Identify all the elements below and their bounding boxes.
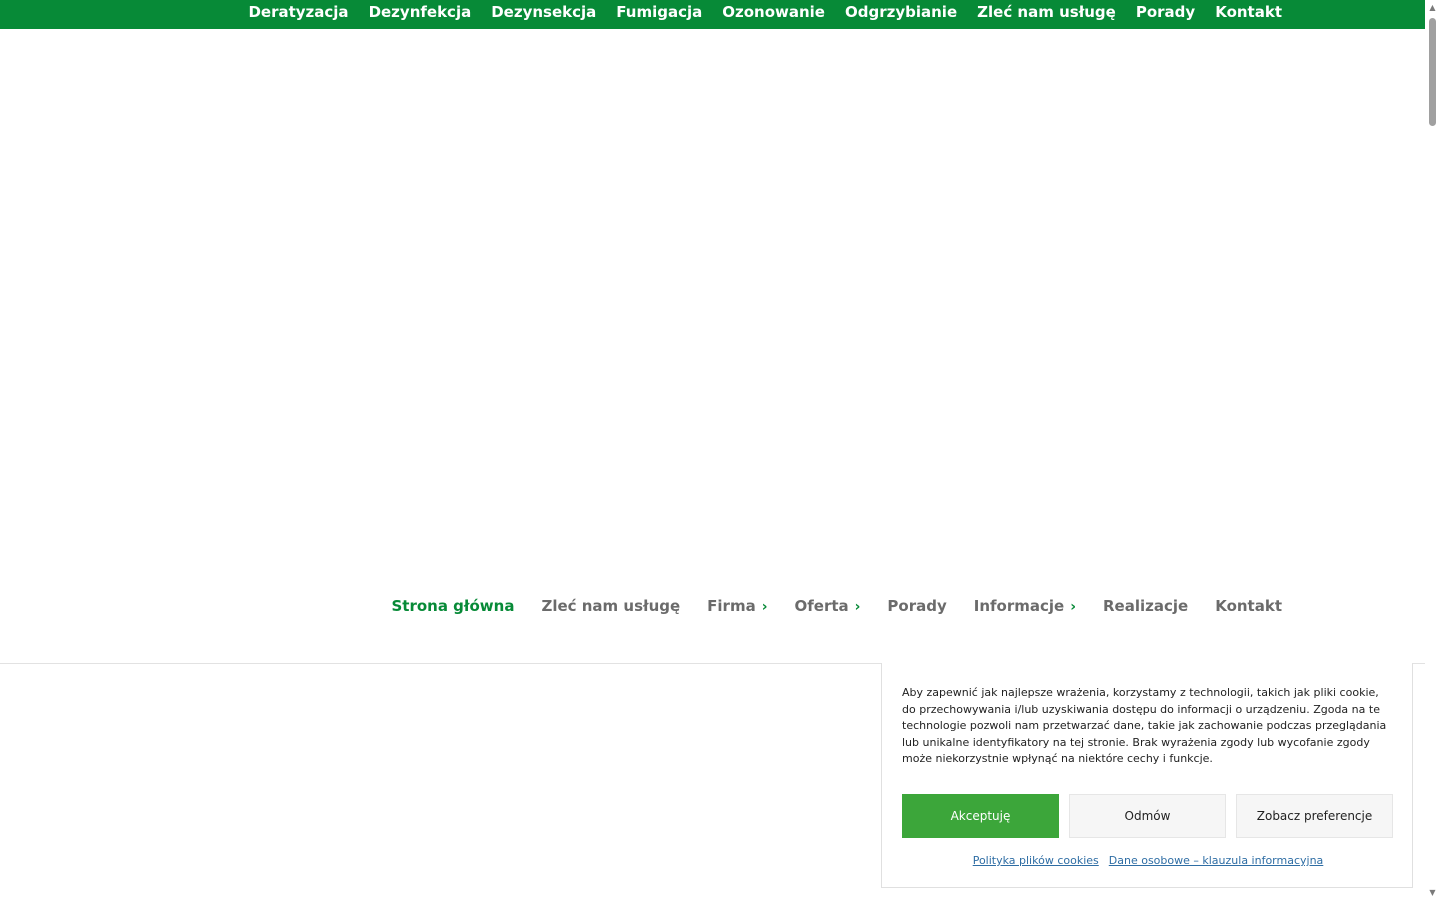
- preferences-button[interactable]: Zobacz preferencje: [1236, 794, 1393, 838]
- accept-button[interactable]: Akceptuję: [902, 794, 1059, 838]
- top-link-kontakt[interactable]: Kontakt: [1215, 3, 1282, 21]
- top-link-deratyzacja[interactable]: Deratyzacja: [248, 3, 348, 21]
- nav-item-label: Realizacje: [1103, 597, 1189, 615]
- nav-item-label: Porady: [887, 597, 947, 615]
- top-link-zlec-usluge[interactable]: Zleć nam usługę: [977, 3, 1116, 21]
- nav-item-label: Firma: [707, 597, 756, 615]
- scroll-thumb[interactable]: [1429, 18, 1436, 126]
- top-link-dezynsekcja[interactable]: Dezynsekcja: [491, 3, 596, 21]
- chevron-right-icon: ›: [761, 599, 768, 615]
- cookie-links: Polityka plików cookies Dane osobowe – k…: [882, 854, 1414, 867]
- nav-item-label: Zleć nam usługę: [541, 597, 681, 615]
- nav-item-kontakt[interactable]: Kontakt: [1215, 597, 1282, 615]
- deny-button[interactable]: Odmów: [1069, 794, 1226, 838]
- nav-item-label: Strona główna: [391, 597, 515, 615]
- nav-item-label: Kontakt: [1215, 597, 1282, 615]
- privacy-clause-link[interactable]: Dane osobowe – klauzula informacyjna: [1109, 854, 1324, 867]
- top-link-ozonowanie[interactable]: Ozonowanie: [722, 3, 825, 21]
- top-bar-nav: Deratyzacja Dezynfekcja Dezynsekcja Fumi…: [248, 0, 1282, 24]
- cookie-buttons: Akceptuję Odmów Zobacz preferencje: [902, 794, 1393, 838]
- cookie-policy-link[interactable]: Polityka plików cookies: [973, 854, 1099, 867]
- nav-item-zlec-usluge[interactable]: Zleć nam usługę: [541, 597, 680, 615]
- top-link-odgrzybianie[interactable]: Odgrzybianie: [845, 3, 957, 21]
- nav-item-firma[interactable]: Firma ›: [707, 597, 767, 615]
- cookie-banner: Aby zapewnić jak najlepsze wrażenia, kor…: [881, 663, 1413, 888]
- nav-item-porady[interactable]: Porady: [887, 597, 946, 615]
- scroll-down-icon[interactable]: ▼: [1428, 888, 1437, 897]
- cookie-banner-text: Aby zapewnić jak najlepsze wrażenia, kor…: [902, 686, 1387, 765]
- nav-item-informacje[interactable]: Informacje ›: [974, 597, 1076, 615]
- nav-item-strona-glowna[interactable]: Strona główna: [391, 597, 514, 615]
- nav-item-label: Oferta: [794, 597, 849, 615]
- nav-item-label: Informacje: [973, 597, 1065, 615]
- page: Deratyzacja Dezynfekcja Dezynsekcja Fumi…: [0, 0, 1440, 900]
- scroll-up-icon[interactable]: ▲: [1428, 3, 1437, 12]
- top-bar: Deratyzacja Dezynfekcja Dezynsekcja Fumi…: [0, 0, 1425, 29]
- vertical-scrollbar[interactable]: ▲ ▼: [1425, 0, 1440, 900]
- nav-item-oferta[interactable]: Oferta ›: [795, 597, 861, 615]
- top-link-dezynfekcja[interactable]: Dezynfekcja: [369, 3, 472, 21]
- nav-item-realizacje[interactable]: Realizacje: [1103, 597, 1188, 615]
- top-link-fumigacja[interactable]: Fumigacja: [616, 3, 702, 21]
- chevron-right-icon: ›: [854, 599, 861, 615]
- chevron-right-icon: ›: [1070, 599, 1076, 615]
- top-link-porady[interactable]: Porady: [1136, 3, 1195, 21]
- main-nav: Strona główna Zleć nam usługę Firma › Of…: [391, 596, 1282, 616]
